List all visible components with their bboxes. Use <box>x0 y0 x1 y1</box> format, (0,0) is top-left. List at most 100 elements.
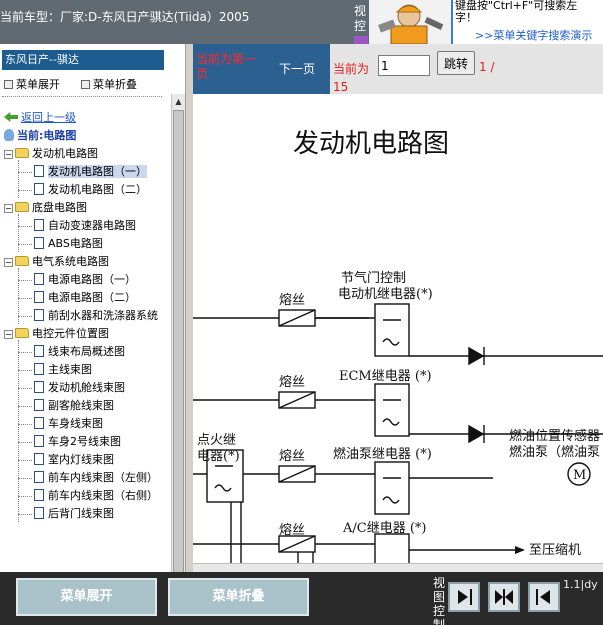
tree-item[interactable]: 室内灯线束图 <box>34 452 114 468</box>
tree-item[interactable]: 副客舱线束图 <box>34 398 114 414</box>
folder-icon <box>15 328 29 338</box>
label-fuel-sensor-2: 燃油泵（燃油泵 <box>509 444 600 460</box>
tree-item[interactable]: 发动机电路图（二） <box>34 182 147 198</box>
diagram-title: 发动机电路图 <box>293 129 449 159</box>
sidebar-car-title: 东风日产--骐达 <box>2 50 164 70</box>
prev-arrow-button[interactable] <box>528 582 560 612</box>
tree-item-label: 主线束图 <box>48 363 92 376</box>
tip-line-2: 字！ <box>455 11 477 24</box>
arrow-right-icon <box>458 589 472 605</box>
tree-item-label: 前车内线束图（左侧） <box>48 471 158 484</box>
label-ign-relay-1: 点火继 <box>197 433 236 448</box>
back-link[interactable]: 返回上一级 <box>4 110 76 126</box>
tree-group-1[interactable]: − 底盘电路图 <box>4 200 87 216</box>
document-icon <box>34 489 44 501</box>
document-icon <box>34 219 44 231</box>
tree-item[interactable]: 车身线束图 <box>34 416 103 432</box>
document-icon <box>34 435 44 447</box>
back-arrow-icon <box>4 112 18 122</box>
expand-menu-link[interactable]: 菜单展开 <box>4 78 60 91</box>
tree-item-label: 发动机舱线束图 <box>48 381 125 394</box>
tree-item[interactable]: 前车内线束图（左侧） <box>34 470 158 486</box>
collapse-icon <box>81 80 90 89</box>
fit-arrow-button[interactable] <box>488 582 520 612</box>
label-fuse-4: 熔丝 <box>279 523 305 538</box>
sidebar-scrollbar[interactable]: ▲ ▼ <box>171 94 185 572</box>
tree-item[interactable]: 线束布局概述图 <box>34 344 125 360</box>
tree-item-label: 副客舱线束图 <box>48 399 114 412</box>
view-control-label[interactable]: 视控 <box>354 4 368 34</box>
tree-item[interactable]: 前刮水器和洗涤器系统 <box>34 308 158 324</box>
tree-item[interactable]: 前车内线束图（右侧） <box>34 488 158 504</box>
document-icon <box>34 273 44 285</box>
tree-group-label: 电气系统电路图 <box>32 255 109 268</box>
tip-line-1: 键盘按"Ctrl+F"可搜索左 <box>455 0 578 12</box>
scroll-thumb[interactable] <box>173 110 184 572</box>
wiring-diagram-image: 发动机电路图 M 节气门控制 电动机继电器(*) 熔丝 ECM继电器 (*) 熔… <box>193 94 603 564</box>
document-icon <box>34 183 44 195</box>
tree-item-label: 发动机电路图（一） <box>48 165 147 178</box>
tree-item-label: 电源电路图（一） <box>48 273 136 286</box>
current-page-label: 当前为 <box>333 62 370 76</box>
scroll-up-arrow[interactable]: ▲ <box>173 95 184 108</box>
document-icon <box>34 345 44 357</box>
tree-item[interactable]: 自动变速器电路图 <box>34 218 136 234</box>
sidebar-tree-panel: 东风日产--骐达 菜单展开 菜单折叠 返回上一级 当前:电路图 − 发动机电路图 发动机… <box>0 44 186 572</box>
divider <box>2 96 162 97</box>
tree-item-label: 电源电路图（二） <box>48 291 136 304</box>
mascot-image <box>369 0 451 44</box>
tree-item[interactable]: 主线束图 <box>34 362 92 378</box>
collapse-menu-label: 菜单折叠 <box>93 78 137 91</box>
collapse-toggle-icon[interactable]: − <box>4 204 13 213</box>
tree-item[interactable]: 发动机电路图（一） <box>34 164 147 180</box>
search-tips-panel: 键盘按"Ctrl+F"可搜索左 字！ >>菜单关键字搜索演示 <box>451 0 603 44</box>
tree-group-label: 电控元件位置图 <box>32 327 109 340</box>
footer-expand-button[interactable]: 菜单展开 <box>16 578 157 616</box>
tree-item-label: 发动机电路图（二） <box>48 183 147 196</box>
tree-group-label: 发动机电路图 <box>32 147 98 160</box>
tree-item-label: 车身线束图 <box>48 417 103 430</box>
motor-symbol: M <box>573 468 586 483</box>
tree-item[interactable]: 后背门线束图 <box>34 506 114 522</box>
tree-item[interactable]: 发动机舱线束图 <box>34 380 125 396</box>
footer-toolbar: 菜单展开 菜单折叠 视图控制 1.1|dy <box>0 572 603 625</box>
label-fuse-1: 熔丝 <box>279 293 305 308</box>
tree-item-label: ABS电路图 <box>48 237 103 250</box>
tree-group-label: 底盘电路图 <box>32 201 87 214</box>
tree-group-2[interactable]: − 电气系统电路图 <box>4 254 109 270</box>
diagram-viewer: 当前为第一页 下一页 当前为 跳转 1 / 15 发动机电路图 <box>193 44 603 572</box>
page-count-a: 1 / <box>479 60 495 74</box>
next-arrow-button[interactable] <box>448 582 480 612</box>
page-count-b: 15 <box>333 80 349 94</box>
header-bar: 当前车型：厂家:D-东风日产骐达(Tiida）2005 视控 键盘按"Ctrl+… <box>0 0 603 44</box>
collapse-toggle-icon[interactable]: − <box>4 330 13 339</box>
jump-button[interactable]: 跳转 <box>437 51 475 75</box>
search-demo-link[interactable]: >>菜单关键字搜索演示 <box>475 27 592 43</box>
folder-icon <box>15 148 29 158</box>
next-page-link[interactable]: 下一页 <box>264 44 330 94</box>
tree-item[interactable]: 电源电路图（二） <box>34 290 136 306</box>
label-fuel-sensor-1: 燃油位置传感器 <box>509 428 600 444</box>
fit-width-icon <box>495 589 513 605</box>
current-node-icon <box>4 129 14 141</box>
footer-collapse-button[interactable]: 菜单折叠 <box>168 578 309 616</box>
current-node-label: 当前:电路图 <box>17 129 77 142</box>
view-control-icon[interactable] <box>354 36 368 44</box>
tree-item[interactable]: ABS电路图 <box>34 236 103 252</box>
first-page-indicator: 当前为第一页 <box>193 44 264 94</box>
collapse-menu-link[interactable]: 菜单折叠 <box>81 78 137 91</box>
car-model-title: 当前车型：厂家:D-东风日产骐达(Tiida）2005 <box>0 10 250 24</box>
diagram-hscrollbar[interactable] <box>193 563 603 572</box>
tree-group-3[interactable]: − 电控元件位置图 <box>4 326 109 342</box>
tree-item-label: 自动变速器电路图 <box>48 219 136 232</box>
collapse-toggle-icon[interactable]: − <box>4 258 13 267</box>
document-icon <box>34 309 44 321</box>
tree-item[interactable]: 电源电路图（一） <box>34 272 136 288</box>
collapse-toggle-icon[interactable]: − <box>4 150 13 159</box>
folder-icon <box>15 202 29 212</box>
page-number-input[interactable] <box>378 55 430 76</box>
tree-item-label: 前刮水器和洗涤器系统 <box>48 309 158 322</box>
document-icon <box>34 165 44 177</box>
tree-item[interactable]: 车身2号线束图 <box>34 434 121 450</box>
document-icon <box>34 417 44 429</box>
